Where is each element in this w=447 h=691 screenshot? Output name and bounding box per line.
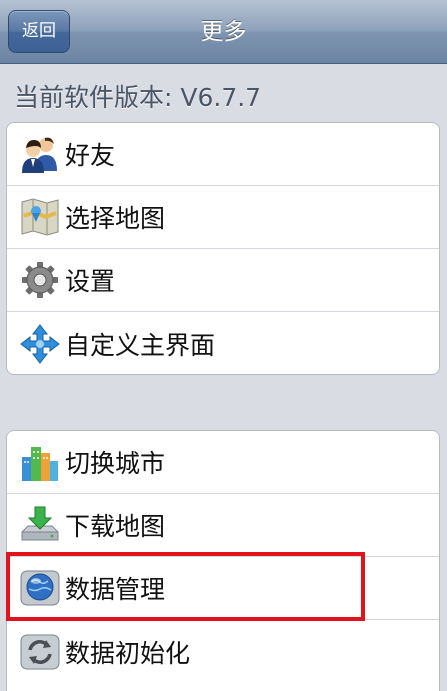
menu-item-label: 数据初始化 <box>65 638 191 668</box>
menu-item-switch-city[interactable]: 切换城市 <box>7 431 439 494</box>
gear-icon <box>19 259 61 301</box>
friends-icon <box>19 133 61 175</box>
menu-item-friends[interactable]: 好友 <box>7 123 439 186</box>
arrows-move-icon <box>19 323 61 365</box>
menu-group-primary: 好友 选择地图 设置 自定义主界面 <box>6 122 440 375</box>
menu-item-download-map[interactable]: 下载地图 <box>7 494 439 557</box>
refresh-icon <box>19 631 61 673</box>
menu-item-label: 数据管理 <box>65 575 166 604</box>
globe-disk-icon <box>19 567 61 609</box>
download-icon <box>19 504 61 546</box>
menu-item-label: 选择地图 <box>65 204 166 233</box>
menu-item-data-initialize[interactable]: 数据初始化 <box>7 620 439 683</box>
menu-item-label: 好友 <box>65 141 116 170</box>
menu-item-label: 切换城市 <box>65 449 166 478</box>
software-version-text: 当前软件版本: V6.7.7 <box>14 83 262 112</box>
menu-item-label: 设置 <box>65 267 116 296</box>
menu-item-data-management[interactable]: 数据管理 <box>7 557 439 620</box>
menu-item-label: 自定义主界面 <box>65 330 216 360</box>
menu-item-label: 下载地图 <box>65 512 166 541</box>
navigation-bar: 返回 更多 <box>0 0 447 64</box>
map-select-icon <box>19 196 61 238</box>
menu-item-customize-home[interactable]: 自定义主界面 <box>7 312 439 374</box>
page-title: 更多 <box>200 19 247 45</box>
menu-item-select-map[interactable]: 选择地图 <box>7 186 439 249</box>
menu-group-data: 切换城市 下载地图 数据管理 数据初始化 <box>6 430 440 691</box>
menu-item-settings[interactable]: 设置 <box>7 249 439 312</box>
city-buildings-icon <box>19 441 61 483</box>
